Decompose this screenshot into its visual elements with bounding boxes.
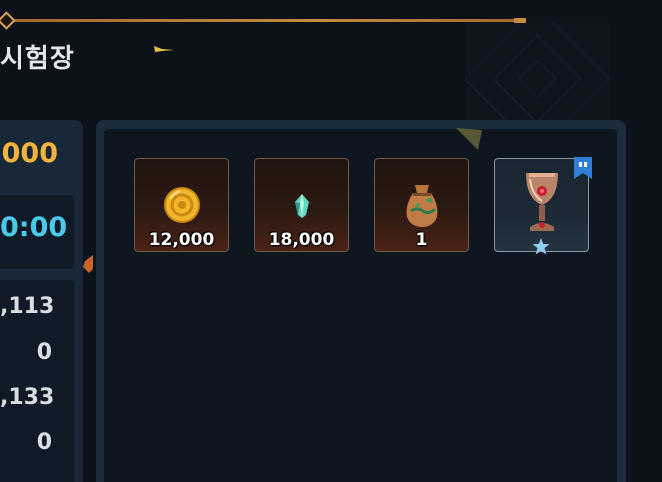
ruby-goblet-icon (525, 173, 558, 231)
reward-slot-gold[interactable]: 12,000 (134, 158, 229, 252)
stat-value-2: 0 (36, 340, 52, 365)
header-gem-icon (0, 11, 16, 30)
gold-coin-icon (163, 187, 200, 223)
reward-count: 18,000 (268, 230, 335, 250)
reward-slot-crystal[interactable]: 18,000 (254, 158, 349, 252)
header-progress-line (8, 19, 522, 22)
background-diamond-pattern (465, 22, 610, 130)
crystal-gem-icon (294, 194, 309, 218)
star-icon (532, 238, 550, 255)
reward-slot-pouch[interactable]: 1 (374, 158, 469, 252)
bookmark-icon (574, 157, 592, 179)
stat-value-1: ,113 (0, 294, 55, 319)
stat-value-4: 0 (36, 430, 52, 455)
timer-value: 0:00 (0, 212, 68, 243)
reward-count: 1 (415, 230, 428, 250)
page-title: 시험장 (0, 44, 75, 74)
decorative-shard-icon (456, 128, 482, 150)
orange-flame-icon (83, 255, 93, 273)
header-progress-end-cap (514, 18, 526, 23)
reward-count: 12,000 (148, 230, 215, 250)
stat-value-3: ,133 (0, 385, 55, 410)
seed-pouch-icon (406, 185, 437, 227)
reward-list: 12,000 18,000 1 (134, 158, 594, 254)
gold-amount: 000 (1, 138, 58, 169)
spark-effect-icon (154, 46, 174, 52)
